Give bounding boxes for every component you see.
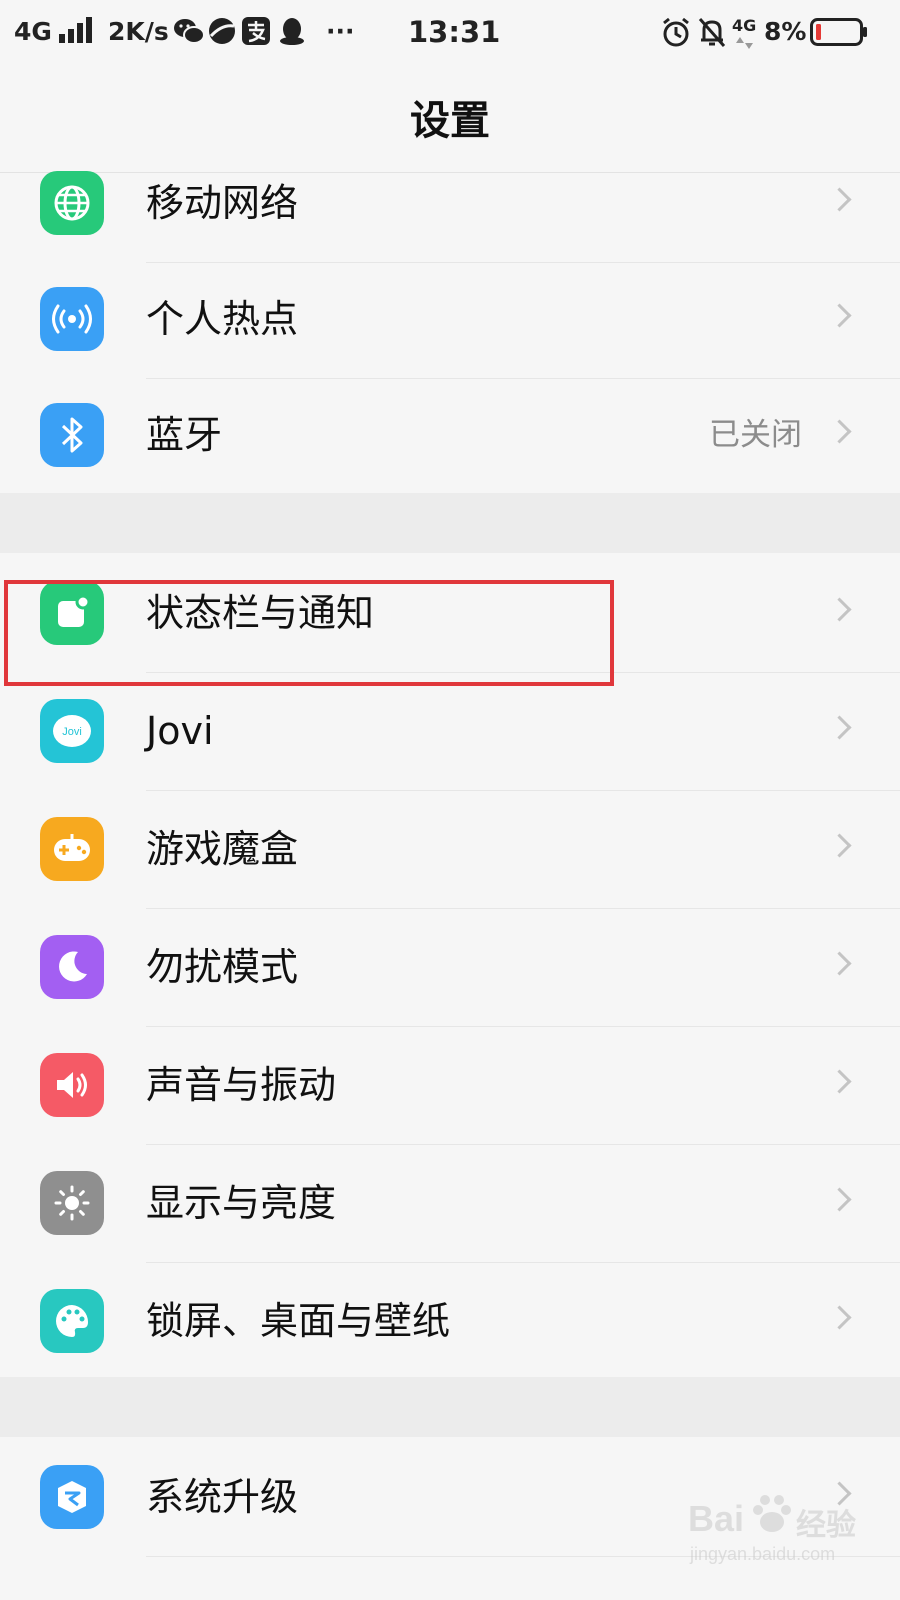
settings-row-hotspot[interactable]: 个人热点 — [0, 259, 900, 379]
network-type: 4G — [14, 17, 52, 46]
settings-row-do-not-disturb[interactable]: 勿扰模式 — [0, 907, 900, 1027]
chevron-right-icon — [827, 597, 852, 622]
page-title: 设置 — [410, 98, 490, 144]
chevron-right-icon — [827, 715, 852, 740]
more-icon: ··· — [326, 17, 355, 46]
data-arrows-icon — [736, 34, 754, 53]
hotspot-icon — [40, 287, 104, 351]
section-gap — [0, 1377, 900, 1437]
chevron-right-icon — [827, 1069, 852, 1094]
settings-row-label: 蓝牙 — [146, 413, 223, 457]
system-update-icon — [40, 1465, 104, 1529]
chevron-right-icon — [827, 951, 852, 976]
chevron-right-icon — [827, 1305, 852, 1330]
signal-icon — [57, 16, 95, 48]
brightness-icon — [40, 1171, 104, 1235]
chevron-right-icon — [827, 303, 852, 328]
baidu-jingyan-watermark: Bai 经验 jingyan.baidu.com — [688, 1495, 888, 1588]
chevron-right-icon — [827, 419, 852, 444]
watermark-url: jingyan.baidu.com — [690, 1544, 836, 1564]
gamepad-icon — [40, 817, 104, 881]
watermark-brand-cn: 经验 — [796, 1509, 856, 1542]
alarm-icon — [660, 16, 692, 52]
settings-row-label: 显示与亮度 — [146, 1181, 337, 1225]
settings-row-label: 游戏魔盒 — [146, 827, 299, 871]
alipay-icon — [241, 16, 271, 50]
chevron-right-icon — [827, 833, 852, 858]
bluetooth-icon — [40, 403, 104, 467]
bluetooth-status: 已关闭 — [709, 417, 802, 453]
paw-icon — [750, 1490, 794, 1542]
battery-icon — [810, 18, 868, 50]
jovi-icon: Jovi — [40, 699, 104, 763]
palette-icon — [40, 1289, 104, 1353]
settings-row-jovi[interactable]: Jovi Jovi — [0, 671, 900, 791]
settings-row-label: 勿扰模式 — [146, 945, 299, 989]
network-speed: 2K/s — [108, 17, 169, 46]
settings-row-label: 锁屏、桌面与壁纸 — [146, 1299, 451, 1343]
battery-percent: 8% — [764, 17, 807, 46]
settings-row-sound-vibration[interactable]: 声音与振动 — [0, 1025, 900, 1145]
settings-row-label: 个人热点 — [146, 297, 299, 341]
qq-icon — [278, 16, 306, 50]
settings-row-bluetooth[interactable]: 蓝牙 已关闭 — [0, 375, 900, 495]
settings-section-connectivity: 移动网络 个人热点 蓝牙 已关闭 — [0, 171, 900, 495]
settings-row-mobile-network[interactable]: 移动网络 — [0, 143, 900, 263]
settings-row-lockscreen-wallpaper[interactable]: 锁屏、桌面与壁纸 — [0, 1261, 900, 1381]
moon-icon — [40, 935, 104, 999]
settings-row-label: 移动网络 — [146, 181, 299, 225]
clock: 13:31 — [408, 15, 501, 49]
jovi-icon-text: Jovi — [62, 726, 82, 738]
watermark-brand: Bai — [688, 1498, 745, 1539]
settings-row-display-brightness[interactable]: 显示与亮度 — [0, 1143, 900, 1263]
settings-row-label: 系统升级 — [146, 1475, 299, 1519]
highlight-annotation — [4, 580, 614, 686]
chevron-right-icon — [827, 1187, 852, 1212]
mute-bell-icon — [697, 16, 727, 52]
wechat-icon — [173, 16, 205, 50]
status-bar: 4G 2K/s ··· 13:31 4G 8% — [0, 0, 900, 64]
section-gap — [0, 493, 900, 553]
settings-row-label: 声音与振动 — [146, 1063, 337, 1107]
settings-row-label: Jovi — [146, 709, 214, 753]
chevron-right-icon — [827, 187, 852, 212]
settings-row-game-box[interactable]: 游戏魔盒 — [0, 789, 900, 909]
speaker-icon — [40, 1053, 104, 1117]
globe-icon — [40, 171, 104, 235]
browser-icon — [206, 16, 238, 50]
